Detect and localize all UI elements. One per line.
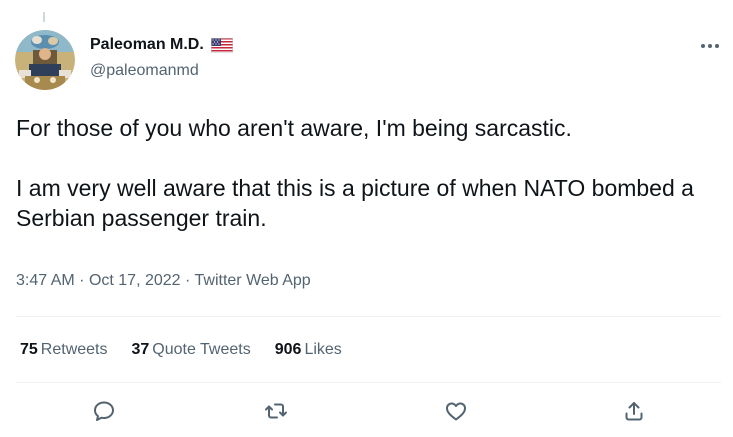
likes-count: 906 xyxy=(274,341,302,358)
likes-label: Likes xyxy=(304,341,342,358)
more-dots-icon xyxy=(701,44,719,48)
reply-icon xyxy=(94,401,114,421)
divider xyxy=(16,382,721,383)
tweet-paragraph: I am very well aware that this is a pict… xyxy=(16,175,694,231)
meta-separator: · xyxy=(79,272,89,289)
thread-connector-line xyxy=(43,12,45,22)
retweets-stat[interactable]: 75 Retweets xyxy=(20,341,108,359)
share-button[interactable] xyxy=(619,396,649,426)
tweet-source[interactable]: Twitter Web App xyxy=(195,272,311,289)
likes-stat[interactable]: 906 Likes xyxy=(275,341,342,359)
user-handle[interactable]: @paleomanmd xyxy=(90,62,199,80)
tweet-date[interactable]: Oct 17, 2022 xyxy=(89,272,181,289)
display-name[interactable]: Paleoman M.D. xyxy=(90,36,233,54)
tweet-time[interactable]: 3:47 AM xyxy=(16,272,75,289)
avatar[interactable] xyxy=(15,30,75,90)
like-button[interactable] xyxy=(441,396,471,426)
retweet-button[interactable] xyxy=(261,396,291,426)
action-bar xyxy=(0,396,733,426)
retweets-label: Retweets xyxy=(40,341,108,358)
tweet-metadata: 3:47 AM · Oct 17, 2022 · Twitter Web App xyxy=(16,272,311,290)
meta-separator: · xyxy=(185,272,195,289)
retweets-count: 75 xyxy=(20,341,38,358)
display-name-text: Paleoman M.D. xyxy=(90,36,204,53)
quote-tweets-count: 37 xyxy=(131,341,150,358)
like-icon xyxy=(446,402,466,421)
tweet-stats: 75 Retweets 37 Quote Tweets 906 Likes xyxy=(20,341,366,359)
divider xyxy=(16,316,721,317)
share-icon xyxy=(625,402,643,421)
us-flag-icon xyxy=(210,37,233,53)
retweet-icon xyxy=(265,403,287,419)
more-options-button[interactable] xyxy=(699,36,721,56)
quote-tweets-label: Quote Tweets xyxy=(152,341,251,358)
tweet-body: For those of you who aren't aware, I'm b… xyxy=(16,113,721,233)
tweet-paragraph: For those of you who aren't aware, I'm b… xyxy=(16,115,572,141)
reply-button[interactable] xyxy=(89,396,119,426)
quote-tweets-stat[interactable]: 37 Quote Tweets xyxy=(132,341,251,359)
